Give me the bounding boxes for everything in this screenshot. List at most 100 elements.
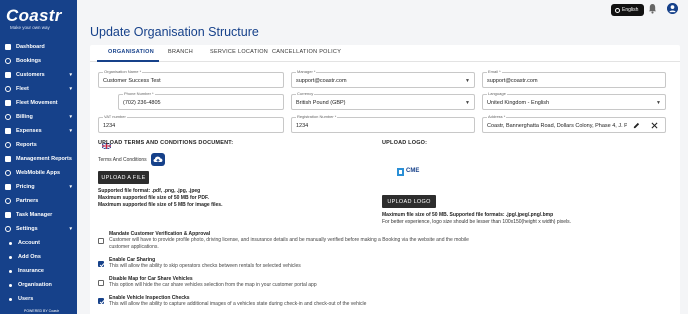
webmobile-apps-icon xyxy=(5,170,11,176)
language-select[interactable]: Language United Kingdom - English ▼ xyxy=(482,91,666,110)
chevron-down-icon: ▾ xyxy=(69,72,72,78)
currency-select[interactable]: Currency British Pound (GBP) ▼ xyxy=(291,91,475,110)
sidebar-item-bookings[interactable]: Bookings xyxy=(0,54,77,68)
sidebar-subitem-account[interactable]: Account xyxy=(0,236,77,250)
sidebar-item-task-manager[interactable]: Task Manager xyxy=(0,208,77,222)
organisation-name-field[interactable]: Organisation Name * Customer Success Tes… xyxy=(98,69,284,88)
enable-car-sharing-desc: This will allow the ability to skip oper… xyxy=(109,263,301,269)
topbar: English xyxy=(77,0,688,20)
upload-logo-title: UPLOAD LOGO: xyxy=(382,140,428,146)
upload-logo-button[interactable]: UPLOAD LOGO xyxy=(382,195,436,208)
close-icon[interactable] xyxy=(651,122,658,129)
sidebar-subitem-organisation[interactable]: Organisation xyxy=(0,278,77,292)
coastr-logo[interactable]: Coastr Make your own way xyxy=(6,7,72,33)
sidebar-item-label: Settings xyxy=(16,226,38,232)
sidebar-item-fleet[interactable]: Fleet ▾ xyxy=(0,82,77,96)
sidebar-nav: Dashboard Bookings Customers ▾ Fleet ▾ Fleet M… xyxy=(0,40,77,306)
powered-by: POWERED BY Coastr xyxy=(24,309,59,313)
edit-icon[interactable] xyxy=(633,122,640,129)
user-avatar-icon[interactable] xyxy=(667,3,678,14)
organisation-name-value: Customer Success Test xyxy=(103,78,161,84)
terms-label: Terms And Conditions xyxy=(98,157,147,163)
tab-branch[interactable]: BRANCH xyxy=(168,49,193,55)
sidebar-item-reports[interactable]: Reports xyxy=(0,138,77,152)
sidebar-item-label: Pricing xyxy=(16,184,35,190)
sidebar-item-expenses[interactable]: Expenses ▾ xyxy=(0,124,77,138)
email-value: support@coastr.com xyxy=(487,78,538,84)
organisation-card: ORGANISATION BRANCH SERVICE LOCATION CAN… xyxy=(90,45,680,314)
sidebar-item-pricing[interactable]: Pricing ▾ xyxy=(0,180,77,194)
mandate-verification-desc: Customer will have to provide profile ph… xyxy=(109,237,469,250)
enable-inspection-desc: This will allow the ability to capture a… xyxy=(109,301,367,307)
organisation-name-label: Organisation Name * xyxy=(103,69,143,74)
mandate-verification-checkbox[interactable] xyxy=(98,238,104,244)
chevron-down-icon: ▾ xyxy=(69,86,72,92)
bullet-icon xyxy=(9,283,12,287)
sidebar-item-partners[interactable]: Partners xyxy=(0,194,77,208)
chevron-down-icon: ▾ xyxy=(69,226,72,232)
vat-field[interactable]: VAT number 1234 xyxy=(98,114,284,133)
sidebar-item-label: Customers xyxy=(16,72,45,78)
sidebar-item-settings[interactable]: Settings ▾ xyxy=(0,222,77,236)
tab-cancellation-policy[interactable]: CANCELLATION POLICY xyxy=(272,49,341,55)
sidebar-item-label: Expenses xyxy=(16,128,42,134)
bullet-icon xyxy=(9,241,12,245)
cloud-upload-icon[interactable] xyxy=(151,153,165,166)
dashboard-icon xyxy=(5,44,11,50)
sidebar-item-customers[interactable]: Customers ▾ xyxy=(0,68,77,82)
sidebar-item-label: Reports xyxy=(16,142,37,148)
fleet-movement-icon xyxy=(5,100,11,106)
language-label: English xyxy=(622,7,639,13)
registration-field[interactable]: Registration Number * 1234 xyxy=(291,114,475,133)
enable-car-sharing-checkbox[interactable] xyxy=(98,261,105,268)
globe-icon xyxy=(615,7,620,13)
manager-select[interactable]: Manager * support@coastr.com ▼ xyxy=(291,69,475,88)
phone-label: Phone Number * xyxy=(123,91,155,96)
phone-field[interactable]: Phone Number * (702) 236-4805 xyxy=(118,91,284,110)
enable-inspection-checkbox[interactable] xyxy=(98,298,105,305)
sidebar-item-dashboard[interactable]: Dashboard xyxy=(0,40,77,54)
page-title: Update Organisation Structure xyxy=(90,25,259,39)
language-button[interactable]: English xyxy=(611,4,644,16)
registration-value: 1234 xyxy=(296,123,309,129)
phone-value: (702) 236-4805 xyxy=(123,100,161,106)
sidebar-item-label: Dashboard xyxy=(16,44,45,50)
manager-label: Manager * xyxy=(296,69,317,74)
sidebar-subitem-users[interactable]: Users xyxy=(0,292,77,306)
sidebar: Coastr Make your own way Dashboard Bookin… xyxy=(0,0,77,314)
bullet-icon xyxy=(9,269,12,273)
currency-value: British Pound (GBP) xyxy=(296,100,346,106)
management-reports-icon xyxy=(5,156,11,162)
address-field[interactable]: Address * Coastr, Bannerghatta Road, Dol… xyxy=(482,114,666,133)
bell-icon[interactable] xyxy=(648,3,657,14)
tab-organisation[interactable]: ORGANISATION xyxy=(108,49,154,55)
pricing-icon xyxy=(5,184,11,190)
bookings-icon xyxy=(5,58,11,64)
vat-label: VAT number xyxy=(103,114,127,119)
disable-map-checkbox[interactable] xyxy=(98,280,104,286)
upload-file-button[interactable]: UPLOAD A FILE xyxy=(98,171,149,184)
sidebar-item-billing[interactable]: Billing ▾ xyxy=(0,110,77,124)
task-manager-icon xyxy=(5,212,11,218)
email-field[interactable]: Email * support@coastr.com xyxy=(482,69,666,88)
bullet-icon xyxy=(9,255,12,259)
sidebar-subitem-label: Insurance xyxy=(18,268,44,274)
language-field-label: Language xyxy=(487,91,507,96)
sidebar-subitem-add-ons[interactable]: Add Ons xyxy=(0,250,77,264)
tab-service-location[interactable]: SERVICE LOCATION xyxy=(210,49,268,55)
manager-value: support@coastr.com xyxy=(296,78,347,84)
vat-value: 1234 xyxy=(103,123,116,129)
gear-icon xyxy=(5,226,11,232)
billing-icon xyxy=(5,114,11,120)
sidebar-item-fleet-movement[interactable]: Fleet Movement xyxy=(0,96,77,110)
reports-icon xyxy=(5,142,11,148)
chevron-down-icon: ▾ xyxy=(69,128,72,134)
sidebar-subitem-insurance[interactable]: Insurance xyxy=(0,264,77,278)
logo-hint: For better experience, logo size should … xyxy=(382,219,571,225)
registration-label: Registration Number * xyxy=(296,114,338,119)
logo-max: Maximum file size of 50 MB. Supported fi… xyxy=(382,212,554,218)
sidebar-item-management-reports[interactable]: Management Reports xyxy=(0,152,77,166)
logo-text: Coastr xyxy=(6,6,62,25)
sidebar-item-webmobile-apps[interactable]: WebMobile Apps xyxy=(0,166,77,180)
organisation-logo-image: CME xyxy=(396,165,422,179)
